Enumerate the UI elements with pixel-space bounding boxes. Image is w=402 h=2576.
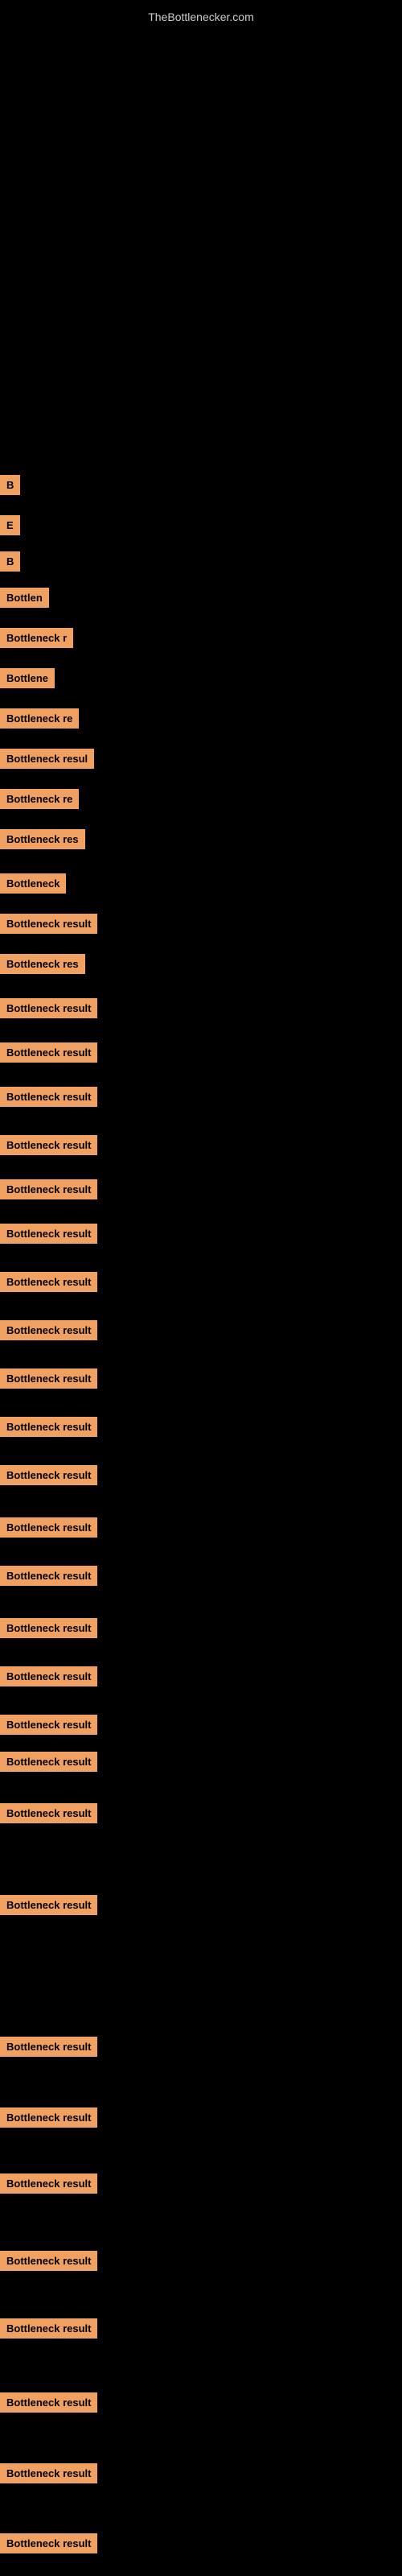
bottleneck-label: Bottleneck result — [0, 2037, 97, 2057]
bottleneck-item: Bottleneck res — [0, 954, 85, 974]
bottleneck-item: Bottleneck result — [0, 1368, 97, 1389]
bottleneck-item: Bottleneck — [0, 873, 66, 894]
bottleneck-label: Bottleneck res — [0, 954, 85, 974]
bottleneck-label: Bottleneck r — [0, 628, 73, 648]
bottleneck-item: Bottleneck re — [0, 708, 79, 729]
bottleneck-label: Bottleneck result — [0, 1320, 97, 1340]
bottleneck-label: E — [0, 515, 20, 535]
bottleneck-item: Bottleneck result — [0, 1666, 97, 1686]
bottleneck-label: Bottleneck re — [0, 708, 79, 729]
bottleneck-label: Bottleneck result — [0, 1179, 97, 1199]
bottleneck-label: Bottleneck result — [0, 1042, 97, 1063]
bottleneck-label: Bottleneck result — [0, 2318, 97, 2339]
bottleneck-item: Bottleneck result — [0, 2463, 97, 2483]
bottleneck-item: Bottleneck result — [0, 1715, 97, 1735]
bottleneck-label: Bottleneck result — [0, 1272, 97, 1292]
bottleneck-item: Bottleneck result — [0, 2392, 97, 2413]
bottleneck-item: Bottleneck res — [0, 829, 85, 849]
bottleneck-item: Bottleneck result — [0, 1320, 97, 1340]
bottleneck-label: Bottleneck result — [0, 1517, 97, 1538]
bottleneck-item: B — [0, 551, 20, 572]
bottleneck-label: Bottleneck result — [0, 2174, 97, 2194]
bottleneck-label: Bottleneck result — [0, 1618, 97, 1638]
bottleneck-label: Bottleneck result — [0, 2251, 97, 2271]
bottleneck-item: Bottleneck result — [0, 1618, 97, 1638]
bottleneck-item: Bottlene — [0, 668, 55, 688]
bottleneck-label: Bottleneck resul — [0, 749, 94, 769]
bottleneck-label: Bottleneck re — [0, 789, 79, 809]
bottleneck-item: Bottleneck result — [0, 914, 97, 934]
bottleneck-label: Bottleneck result — [0, 1087, 97, 1107]
bottleneck-item: Bottleneck result — [0, 1179, 97, 1199]
bottleneck-label: Bottleneck result — [0, 1566, 97, 1586]
bottleneck-item: Bottleneck result — [0, 1272, 97, 1292]
bottleneck-label: B — [0, 475, 20, 495]
bottleneck-item: Bottleneck result — [0, 1895, 97, 1915]
bottleneck-label: Bottleneck result — [0, 2392, 97, 2413]
bottleneck-item: Bottleneck result — [0, 2174, 97, 2194]
bottleneck-label: Bottleneck result — [0, 998, 97, 1018]
bottleneck-item: Bottleneck result — [0, 1465, 97, 1485]
bottleneck-label: Bottleneck result — [0, 1895, 97, 1915]
bottleneck-item: Bottleneck result — [0, 1566, 97, 1586]
bottleneck-item: Bottlen — [0, 588, 49, 608]
bottleneck-item: Bottleneck result — [0, 2533, 97, 2553]
bottleneck-label: Bottleneck result — [0, 1465, 97, 1485]
bottleneck-label: Bottleneck result — [0, 1666, 97, 1686]
bottleneck-item: Bottleneck result — [0, 2318, 97, 2339]
bottleneck-item: Bottleneck result — [0, 1803, 97, 1823]
bottleneck-label: Bottleneck result — [0, 1135, 97, 1155]
bottleneck-label: Bottleneck result — [0, 1803, 97, 1823]
bottleneck-label: Bottleneck result — [0, 1715, 97, 1735]
bottleneck-item: Bottleneck result — [0, 1417, 97, 1437]
site-title: TheBottlenecker.com — [0, 4, 402, 30]
bottleneck-item: Bottleneck result — [0, 2251, 97, 2271]
bottleneck-label: Bottleneck result — [0, 1368, 97, 1389]
bottleneck-item: Bottleneck r — [0, 628, 73, 648]
bottleneck-label: Bottleneck result — [0, 1417, 97, 1437]
bottleneck-label: Bottleneck result — [0, 2463, 97, 2483]
bottleneck-item: Bottleneck result — [0, 1135, 97, 1155]
bottleneck-item: Bottleneck result — [0, 1752, 97, 1772]
bottleneck-label: Bottleneck — [0, 873, 66, 894]
bottleneck-item: Bottleneck result — [0, 1517, 97, 1538]
bottleneck-item: B — [0, 475, 20, 495]
bottleneck-label: B — [0, 551, 20, 572]
bottleneck-label: Bottleneck result — [0, 1224, 97, 1244]
bottleneck-item: E — [0, 515, 20, 535]
bottleneck-item: Bottleneck result — [0, 2107, 97, 2128]
bottleneck-label: Bottleneck res — [0, 829, 85, 849]
bottleneck-item: Bottleneck result — [0, 1042, 97, 1063]
bottleneck-label: Bottlene — [0, 668, 55, 688]
bottleneck-label: Bottleneck result — [0, 914, 97, 934]
bottleneck-label: Bottleneck result — [0, 1752, 97, 1772]
bottleneck-label: Bottlen — [0, 588, 49, 608]
bottleneck-label: Bottleneck result — [0, 2107, 97, 2128]
bottleneck-item: Bottleneck result — [0, 2037, 97, 2057]
bottleneck-item: Bottleneck result — [0, 1087, 97, 1107]
bottleneck-item: Bottleneck re — [0, 789, 79, 809]
bottleneck-item: Bottleneck resul — [0, 749, 94, 769]
bottleneck-label: Bottleneck result — [0, 2533, 97, 2553]
bottleneck-item: Bottleneck result — [0, 1224, 97, 1244]
bottleneck-item: Bottleneck result — [0, 998, 97, 1018]
